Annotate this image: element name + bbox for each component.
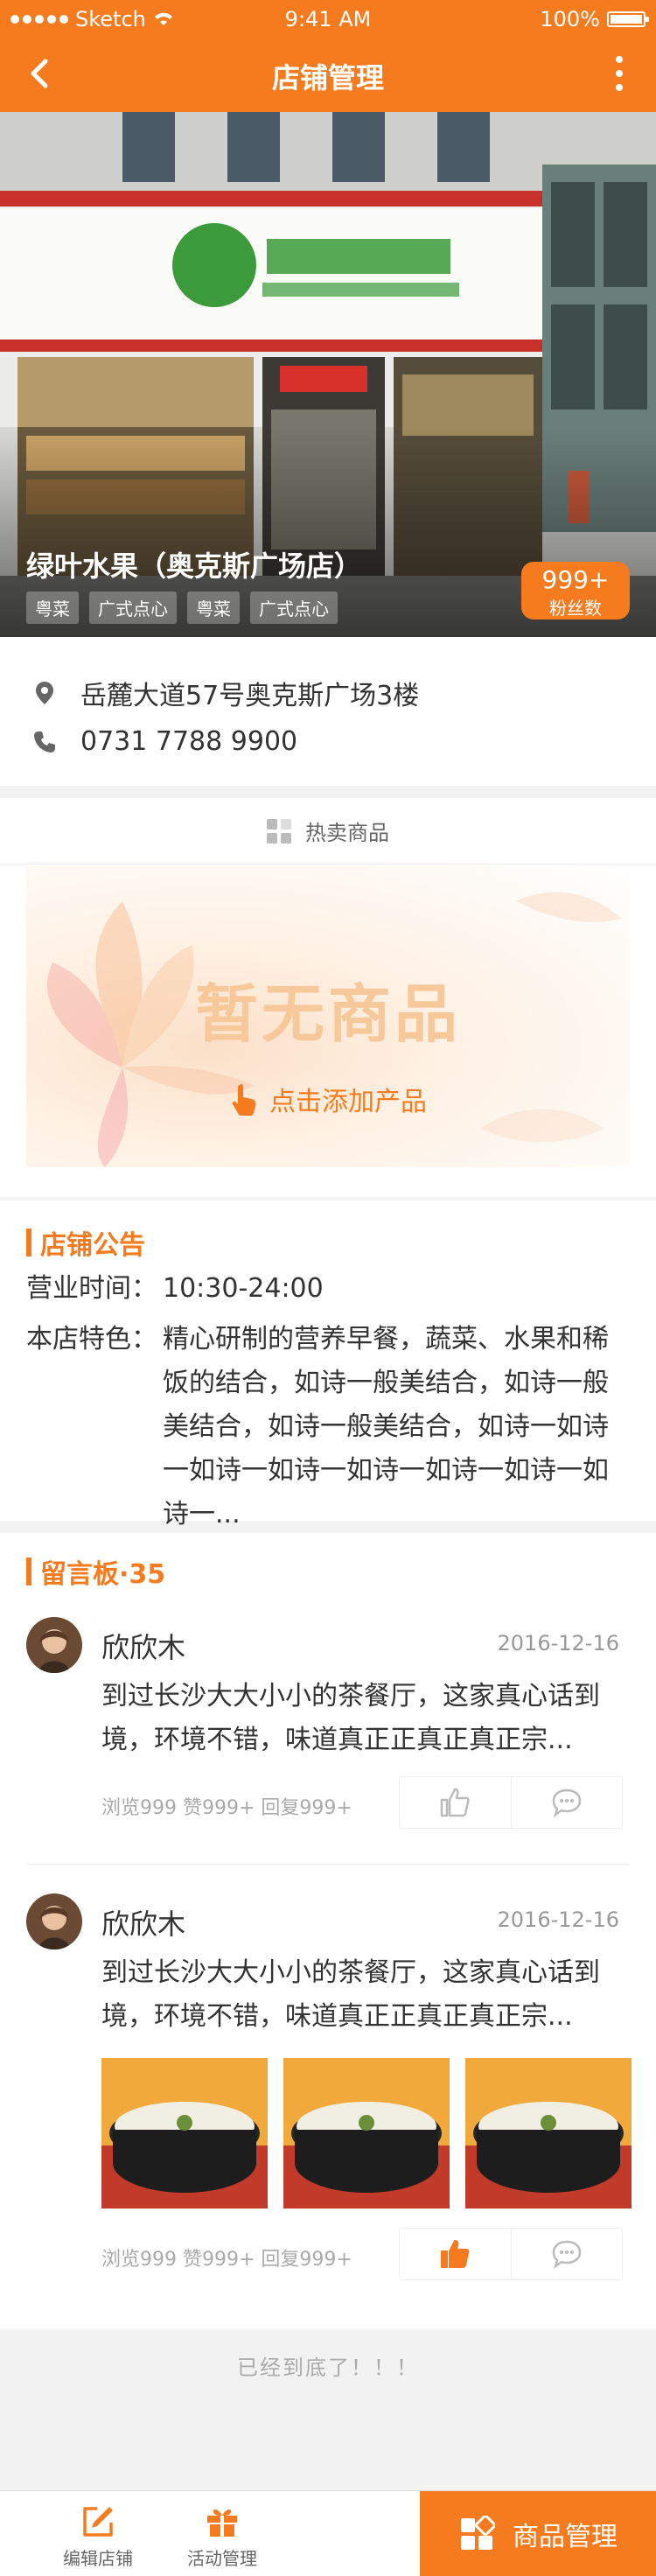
thumbs-up-icon (441, 1788, 470, 1817)
comment-image[interactable] (101, 2058, 268, 2208)
comment-author: 欣欣木 (101, 1631, 186, 1664)
store-feature-label: 本店特色： (26, 1324, 157, 1354)
store-info: 岳麓大道57号奥克斯广场3楼 0731 7788 9900 (0, 637, 656, 786)
fans-badge[interactable]: 999+ 粉丝数 (521, 562, 630, 620)
business-hours-label: 营业时间： (26, 1273, 157, 1304)
comment-stats: 浏览999 赞999+ 回复999+ (101, 2249, 352, 2271)
header: Sketch 9:41 AM 100% 店铺管理 (0, 0, 656, 112)
comment-actions (399, 2228, 623, 2280)
store-cover: 绿叶水果（奥克斯广场店） 粤菜 广式点心 粤菜 广式点心 999+ 粉丝数 (0, 112, 656, 637)
chat-bubble-icon (552, 2240, 582, 2270)
activity-management-label: 活动管理 (187, 2548, 257, 2569)
message-board-section: 留言板·35 欣欣木 2016-12-16 到过长沙大大小小的茶餐厅，这家真心话… (0, 1533, 656, 2329)
phone-text: 0731 7788 9900 (80, 726, 298, 757)
navbar: 店铺管理 (0, 35, 656, 112)
location-pin-icon (36, 682, 53, 704)
bottom-toolbar: 编辑店铺 活动管理 商品管理 (0, 2490, 656, 2576)
store-notice-section: 店铺公告 营业时间： 10:30-24:00 本店特色： 精心研制的营养早餐，蔬菜… (0, 1200, 656, 1530)
notice-title: 店铺公告 (26, 1223, 145, 1262)
reply-button[interactable] (512, 2229, 623, 2279)
phone-icon (34, 731, 55, 752)
status-bar: Sketch 9:41 AM 100% (0, 0, 656, 35)
reply-button[interactable] (512, 1777, 623, 1828)
comment-actions (399, 1776, 623, 1829)
edit-icon (83, 2507, 113, 2537)
apps-grid-icon (461, 2516, 495, 2550)
hot-goods-title: 热卖商品 (305, 821, 389, 845)
thumbs-up-icon (441, 2240, 470, 2268)
store-name: 绿叶水果（奥克斯广场店） (26, 550, 363, 583)
board-title: 留言板·35 (26, 1552, 165, 1591)
business-hours: 营业时间： 10:30-24:00 (26, 1267, 324, 1311)
battery-icon (607, 11, 649, 27)
address-text: 岳麓大道57号奥克斯广场3楼 (80, 681, 420, 711)
edit-store-button[interactable]: 编辑店铺 (37, 2491, 159, 2576)
fans-count: 999+ (541, 565, 610, 594)
hot-goods-section: 热卖商品 暂无商品 点击添加产品 (0, 798, 656, 1197)
store-feature-value: 精心研制的营养早餐，蔬菜、水果和稀饭的结合，如诗一般美结合，如诗一般美结合，如诗… (163, 1324, 609, 1530)
add-product-button[interactable]: 点击添加产品 (26, 1080, 630, 1118)
business-hours-value: 10:30-24:00 (163, 1273, 324, 1304)
store-tag: 粤菜 (26, 592, 79, 624)
empty-goods-banner[interactable]: 暂无商品 点击添加产品 (26, 866, 630, 1167)
avatar[interactable] (26, 1894, 82, 1950)
store-tags: 粤菜 广式点心 粤菜 广式点心 (26, 592, 338, 624)
title-bar (26, 1558, 31, 1586)
store-management-page: Sketch 9:41 AM 100% 店铺管理 绿叶水果（奥克斯广场店） 粤菜… (0, 0, 656, 2576)
battery-percent: 100% (540, 7, 600, 32)
comment-text: 到过长沙大大小小的茶餐厅，这家真心话到境，环境不错，味道真正正真正真正宗... (101, 1681, 600, 1755)
hand-pointer-icon (232, 1083, 256, 1116)
goods-management-button[interactable]: 商品管理 (420, 2491, 656, 2576)
store-tag: 广式点心 (89, 592, 177, 624)
board-title-text: 留言板·35 (40, 1559, 166, 1590)
title-bar (26, 1228, 31, 1256)
comment-stats: 浏览999 赞999+ 回复999+ (101, 1797, 352, 1819)
store-feature: 本店特色： 精心研制的营养早餐，蔬菜、水果和稀饭的结合，如诗一般美结合，如诗一般… (26, 1318, 630, 1536)
like-button[interactable] (400, 2229, 512, 2279)
comment-image[interactable] (283, 2058, 450, 2208)
like-button[interactable] (400, 1777, 512, 1828)
end-of-list-text: 已经到底了！！！ (237, 2356, 419, 2380)
comment-image[interactable] (465, 2058, 632, 2208)
address-row[interactable]: 岳麓大道57号奥克斯广场3楼 (31, 674, 419, 712)
chat-bubble-icon (552, 1788, 582, 1818)
avatar[interactable] (26, 1617, 82, 1673)
goods-management-label: 商品管理 (513, 2522, 618, 2552)
empty-goods-text: 暂无商品 (194, 977, 461, 1051)
comment-date: 2016-12-16 (497, 1908, 619, 1932)
comment-text: 到过长沙大大小小的茶餐厅，这家真心话到境，环境不错，味道真正正真正真正宗... (101, 1957, 600, 2032)
phone-row[interactable]: 0731 7788 9900 (31, 726, 297, 757)
edit-store-label: 编辑店铺 (63, 2548, 133, 2569)
add-product-label: 点击添加产品 (269, 1087, 427, 1117)
comment-images (101, 2058, 632, 2208)
grid-icon (267, 818, 291, 844)
store-tag: 广式点心 (250, 592, 338, 624)
activity-management-button[interactable]: 活动管理 (161, 2491, 283, 2576)
divider (26, 1864, 630, 1865)
page-title: 店铺管理 (271, 61, 384, 94)
store-tag: 粤菜 (187, 592, 240, 624)
battery-status: 100% (540, 7, 649, 32)
comment-date: 2016-12-16 (497, 1631, 619, 1656)
hot-goods-header: 热卖商品 (0, 798, 656, 864)
comment-author: 欣欣木 (101, 1908, 186, 1941)
notice-title-text: 店铺公告 (40, 1230, 145, 1261)
fans-label: 粉丝数 (549, 598, 602, 619)
more-vertical-icon[interactable] (598, 51, 640, 96)
gift-icon (207, 2510, 237, 2537)
